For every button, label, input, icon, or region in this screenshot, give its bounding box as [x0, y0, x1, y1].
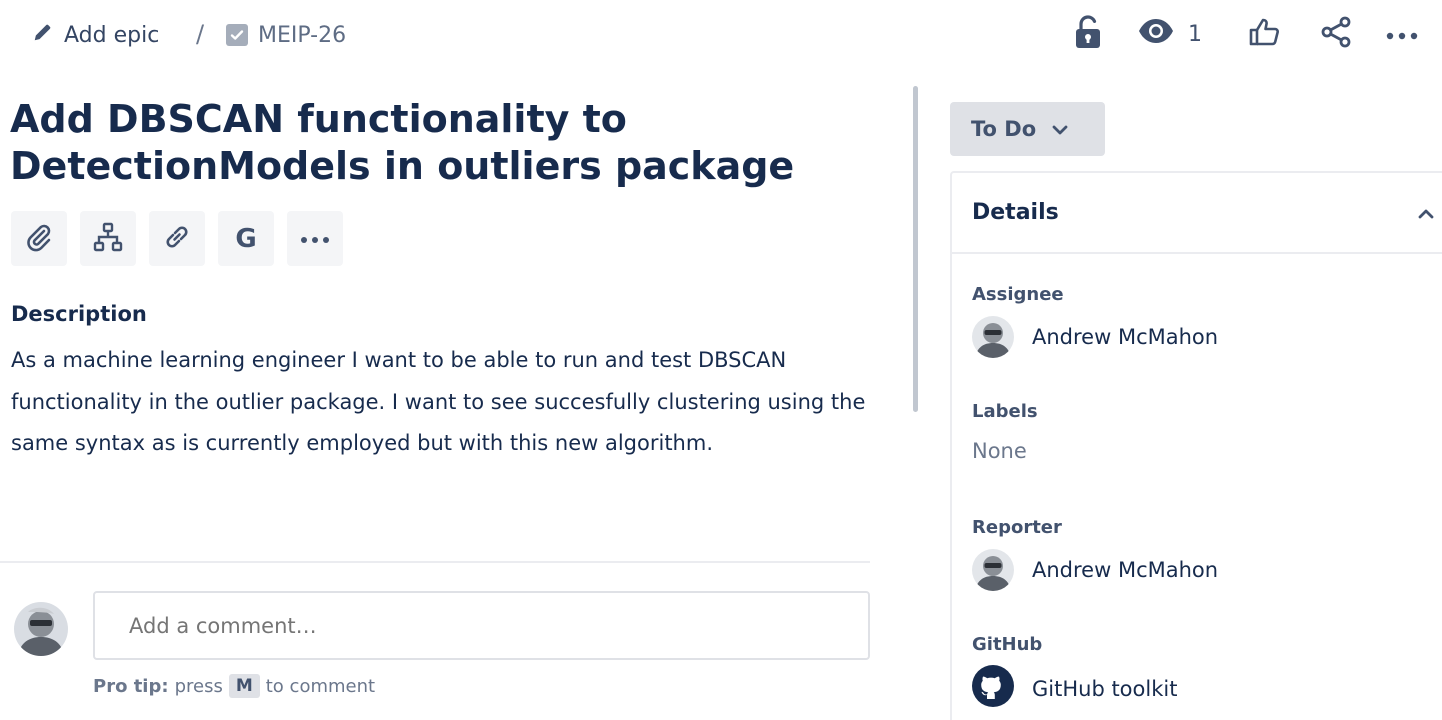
breadcrumb-separator: /: [196, 20, 205, 48]
add-epic-label: Add epic: [64, 22, 160, 48]
labels-field[interactable]: None: [972, 439, 1027, 463]
watchers-count: 1: [1188, 21, 1202, 47]
status-label: To Do: [971, 117, 1037, 141]
comment-input[interactable]: [93, 591, 870, 660]
github-icon: [972, 665, 1014, 712]
assignee-name: Andrew McMahon: [1032, 325, 1219, 349]
avatar: [972, 549, 1014, 591]
description-heading: Description: [11, 302, 147, 326]
task-checkbox-icon: [226, 24, 248, 46]
pro-tip-suffix: to comment: [265, 675, 376, 697]
vote-button[interactable]: [1244, 14, 1284, 54]
share-icon: [1320, 16, 1352, 52]
issue-title[interactable]: Add DBSCAN functionality to DetectionMod…: [10, 96, 910, 190]
assignee-field[interactable]: Andrew McMahon: [972, 316, 1218, 358]
details-heading: Details: [972, 200, 1059, 225]
reporter-name: Andrew McMahon: [1032, 558, 1219, 582]
labels-label: Labels: [972, 401, 1038, 422]
attach-button[interactable]: [11, 211, 67, 266]
more-icon: [1386, 25, 1418, 44]
issue-actions: 1: [1066, 14, 1422, 54]
issue-toolbar: G: [11, 211, 343, 266]
eye-icon: [1138, 18, 1174, 50]
share-button[interactable]: [1316, 14, 1356, 54]
details-header[interactable]: Details: [952, 173, 1442, 254]
shortcut-key: M: [228, 674, 260, 698]
issue-key-link[interactable]: MEIP-26: [226, 20, 346, 50]
github-value: GitHub toolkit: [1032, 676, 1178, 701]
pro-tip-label: Pro tip:: [93, 675, 169, 697]
reporter-label: Reporter: [972, 517, 1062, 538]
watch-button[interactable]: 1: [1138, 14, 1202, 54]
avatar: [972, 316, 1014, 358]
google-g-icon: G: [235, 223, 257, 254]
google-drive-button[interactable]: G: [218, 211, 274, 266]
divider: [0, 561, 870, 563]
child-issues-button[interactable]: [80, 211, 136, 266]
more-toolbar-button[interactable]: [287, 211, 343, 266]
chevron-down-icon: [1052, 117, 1068, 141]
pro-tip: Pro tip: press M to comment: [93, 674, 375, 698]
status-dropdown[interactable]: To Do: [950, 102, 1105, 156]
scrollbar[interactable]: [913, 86, 918, 412]
chevron-up-icon: [1418, 201, 1434, 226]
assignee-label: Assignee: [972, 284, 1064, 305]
link-icon: [161, 221, 193, 257]
more-actions-button[interactable]: [1382, 14, 1422, 54]
thumbs-up-icon: [1249, 18, 1279, 50]
issue-key: MEIP-26: [258, 22, 347, 48]
github-field[interactable]: GitHub toolkit: [972, 665, 1177, 712]
reporter-field[interactable]: Andrew McMahon: [972, 549, 1218, 591]
more-icon: [300, 229, 330, 248]
add-epic-link[interactable]: Add epic: [32, 20, 159, 50]
restrictions-button[interactable]: [1066, 14, 1110, 54]
pencil-icon: [32, 21, 54, 49]
avatar: [14, 602, 68, 656]
pro-tip-press: press: [174, 675, 223, 697]
unlock-icon: [1074, 15, 1102, 53]
link-issue-button[interactable]: [149, 211, 205, 266]
description-text[interactable]: As a machine learning engineer I want to…: [11, 340, 901, 465]
hierarchy-icon: [93, 222, 123, 256]
github-label: GitHub: [972, 634, 1043, 655]
paperclip-icon: [24, 222, 54, 256]
